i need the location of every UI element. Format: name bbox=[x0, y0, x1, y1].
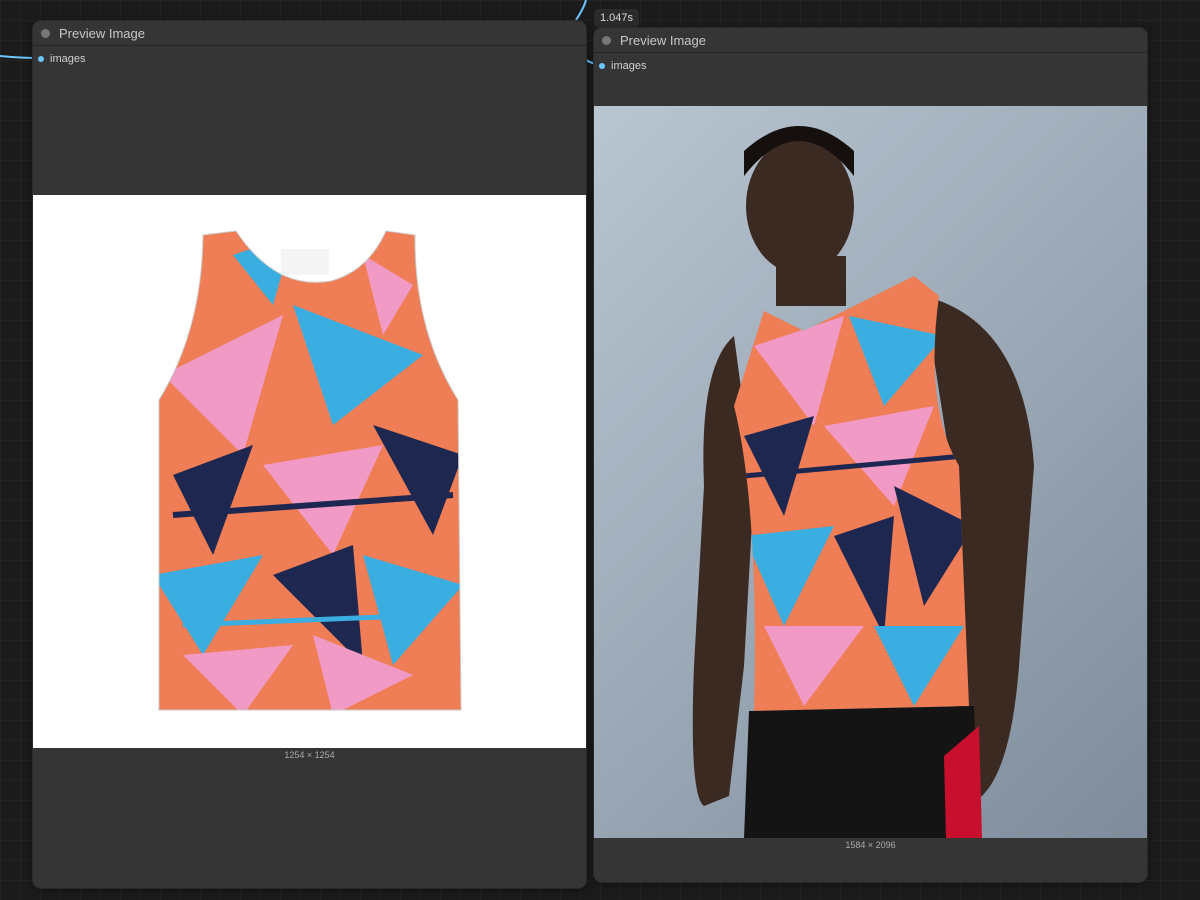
input-slot-images[interactable]: images bbox=[38, 53, 85, 65]
tank-top-illustration bbox=[158, 230, 462, 711]
image-dimensions: 1254 × 1254 bbox=[284, 750, 335, 760]
preview-image-node-2[interactable]: Preview Image images 1584 × 2096 bbox=[594, 28, 1147, 882]
image-dimensions: 1584 × 2096 bbox=[845, 840, 896, 850]
input-slot-label: images bbox=[611, 60, 647, 72]
execution-time-badge: 1.047s bbox=[594, 9, 640, 27]
node-title: Preview Image bbox=[59, 25, 145, 41]
model-photo-illustration bbox=[692, 126, 1034, 838]
input-slot-images[interactable]: images bbox=[599, 60, 646, 72]
link-wire-top bbox=[575, 0, 587, 21]
input-slot-label: images bbox=[50, 53, 86, 65]
collapse-dot-icon[interactable] bbox=[41, 28, 50, 38]
input-connector-icon[interactable] bbox=[599, 63, 605, 69]
preview-image bbox=[594, 106, 1147, 838]
node-title-bar[interactable]: Preview Image bbox=[594, 28, 1147, 53]
preview-image bbox=[33, 195, 586, 748]
node-title-bar[interactable]: Preview Image bbox=[33, 21, 586, 46]
collapse-dot-icon[interactable] bbox=[602, 35, 611, 45]
preview-image-node-1[interactable]: Preview Image images 1254 × 1254 bbox=[33, 21, 586, 888]
input-connector-icon[interactable] bbox=[38, 56, 44, 62]
node-title: Preview Image bbox=[620, 32, 706, 48]
